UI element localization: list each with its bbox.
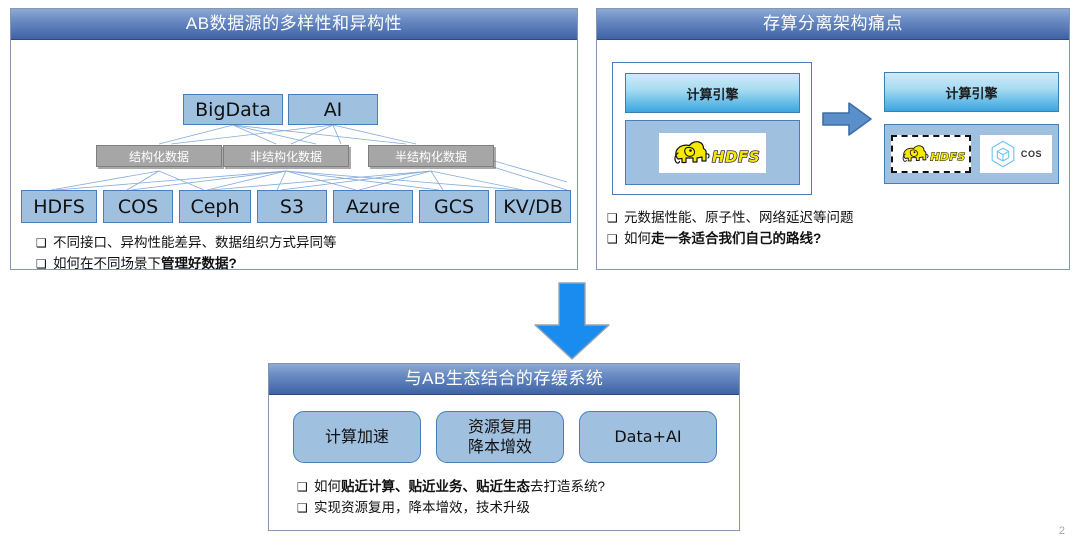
node-semistructured-data-label: 半结构化数据: [394, 149, 467, 164]
arrow-right-icon: [822, 102, 872, 136]
node-structured-data-label: 结构化数据: [128, 149, 189, 164]
panel-cache-system-title: 与AB生态结合的存缓系统: [269, 364, 739, 395]
bullet-item: ❑ 如何走一条适合我们自己的路线?: [607, 229, 854, 250]
bullet-item: ❑ 元数据性能、原子性、网络延迟等问题: [607, 208, 854, 229]
bullet-marker-icon: ❑: [36, 236, 47, 250]
legacy-architecture-group: 计算引擎 HDFS: [612, 62, 812, 195]
panel-pain-points-body: 计算引擎 HDFS 计算引擎 HDFS COS ❑ 元数据性能、原子性、网络延迟…: [597, 40, 1069, 270]
arrow-down-icon: [534, 282, 610, 360]
node-hdfs-label: HDFS: [33, 195, 85, 218]
hdfs-logo-icon: HDFS: [902, 145, 966, 164]
bullet-text: 如何在不同场景下管理好数据?: [53, 254, 237, 275]
target-compute-engine-label: 计算引擎: [945, 85, 998, 101]
page-number: 2: [1058, 525, 1065, 537]
pill-data-plus-ai[interactable]: Data+AI: [579, 411, 717, 463]
node-kvdb-label: KV/DB: [503, 195, 563, 218]
bullet-text-prefix: 如何: [314, 479, 341, 494]
node-azure-label: Azure: [345, 195, 401, 218]
bullet-marker-icon: ❑: [297, 500, 308, 515]
hdfs-logo: HDFS: [659, 132, 766, 173]
bullet-item: ❑ 如何在不同场景下管理好数据?: [36, 254, 337, 275]
bullet-marker-icon: ❑: [607, 211, 618, 225]
node-unstructured-data-label: 非结构化数据: [249, 149, 322, 164]
pill-data-plus-ai-label: Data+AI: [614, 427, 682, 446]
cos-cube-icon: [991, 140, 1015, 168]
target-storage-box[interactable]: HDFS COS: [884, 124, 1059, 184]
svg-text:HDFS: HDFS: [930, 151, 965, 164]
pill-compute-acceleration[interactable]: 计算加速: [293, 411, 421, 463]
node-s3-label: S3: [279, 195, 305, 218]
node-ceph-label: Ceph: [190, 195, 240, 218]
node-hdfs[interactable]: HDFS: [21, 190, 97, 223]
legacy-compute-engine-label: 计算引擎: [686, 86, 739, 102]
bullet-marker-icon: ❑: [607, 231, 618, 246]
node-cos[interactable]: COS: [103, 190, 173, 223]
panel-cache-system-bullets: ❑ 如何贴近计算、贴近业务、贴近生态去打造系统? ❑ 实现资源复用，降本增效，技…: [297, 477, 605, 519]
pill-resource-reuse-label-line1: 资源复用: [467, 417, 532, 436]
hdfs-logo-icon: HDFS: [673, 140, 760, 166]
legacy-compute-engine-box[interactable]: 计算引擎: [625, 73, 800, 113]
node-semistructured-data[interactable]: 半结构化数据: [368, 145, 494, 167]
node-kvdb[interactable]: KV/DB: [495, 190, 571, 223]
panel-data-sources: AB数据源的多样性和异构性 BigData AI 结构化数据 非结构化数据 半结…: [10, 8, 578, 271]
node-gcs[interactable]: GCS: [419, 190, 489, 223]
bullet-text-emphasis: 管理好数据?: [161, 255, 237, 271]
node-ai[interactable]: AI: [288, 94, 378, 125]
cos-logo: COS: [980, 135, 1052, 173]
bullet-marker-icon: ❑: [36, 256, 47, 271]
bullet-item: ❑ 如何贴近计算、贴近业务、贴近生态去打造系统?: [297, 477, 605, 498]
panel-data-sources-bullets: ❑ 不同接口、异构性能差异、数据组织方式异同等 ❑ 如何在不同场景下管理好数据?: [36, 233, 337, 275]
node-azure[interactable]: Azure: [333, 190, 413, 223]
pill-resource-reuse-label-line2: 降本增效: [467, 437, 532, 456]
panel-pain-points-title: 存算分离架构痛点: [597, 9, 1069, 40]
bullet-text: 如何走一条适合我们自己的路线?: [624, 229, 821, 250]
legacy-storage-box[interactable]: HDFS: [625, 120, 800, 185]
target-architecture-group: 计算引擎 HDFS COS: [884, 62, 1059, 195]
bullet-text-suffix: 去打造系统?: [530, 479, 606, 494]
bullet-item: ❑ 不同接口、异构性能差异、数据组织方式异同等: [36, 233, 337, 254]
panel-pain-points-bullets: ❑ 元数据性能、原子性、网络延迟等问题 ❑ 如何走一条适合我们自己的路线?: [607, 208, 854, 250]
panel-data-sources-title: AB数据源的多样性和异构性: [11, 9, 577, 40]
panel-data-sources-body: BigData AI 结构化数据 非结构化数据 半结构化数据 HDFS COS …: [11, 40, 577, 271]
panel-cache-system-body: 计算加速 资源复用 降本增效 Data+AI ❑ 如何贴近计算、贴近业务、贴近生…: [269, 395, 739, 531]
node-s3[interactable]: S3: [257, 190, 327, 223]
node-gcs-label: GCS: [433, 195, 475, 218]
panel-cache-system: 与AB生态结合的存缓系统 计算加速 资源复用 降本增效 Data+AI ❑ 如何…: [268, 363, 740, 531]
bullet-marker-icon: ❑: [297, 480, 308, 494]
target-compute-engine-box[interactable]: 计算引擎: [884, 72, 1059, 112]
pill-compute-acceleration-label: 计算加速: [324, 427, 389, 446]
node-unstructured-data[interactable]: 非结构化数据: [223, 145, 349, 167]
bullet-text-emphasis: 走一条适合我们自己的路线?: [651, 230, 822, 246]
node-ai-label: AI: [323, 98, 343, 121]
bullet-item: ❑ 实现资源复用，降本增效，技术升级: [297, 498, 605, 519]
bullet-text: 如何贴近计算、贴近业务、贴近生态去打造系统?: [314, 477, 605, 498]
bullet-text-prefix: 实现资源复用，降本增效，技术升级: [314, 499, 530, 515]
node-bigdata-label: BigData: [195, 98, 271, 121]
bullet-text-plain: 如何: [624, 230, 651, 246]
node-bigdata[interactable]: BigData: [183, 94, 283, 125]
svg-text:HDFS: HDFS: [712, 148, 760, 166]
node-structured-data[interactable]: 结构化数据: [96, 145, 222, 167]
panel-pain-points: 存算分离架构痛点 计算引擎 HDFS 计算引擎 HDFS COS ❑ 元数据性能…: [596, 8, 1070, 270]
node-ceph[interactable]: Ceph: [179, 190, 251, 223]
cos-logo-label: COS: [1020, 149, 1043, 159]
bullet-text-plain: 如何在不同场景下: [53, 255, 161, 271]
hdfs-logo-deprecated: HDFS: [891, 135, 971, 173]
pill-resource-reuse[interactable]: 资源复用 降本增效: [436, 411, 564, 463]
bullet-text: 元数据性能、原子性、网络延迟等问题: [624, 210, 854, 225]
bullet-text: 不同接口、异构性能差异、数据组织方式异同等: [53, 235, 337, 250]
node-cos-label: COS: [117, 195, 159, 218]
bullet-text-emphasis: 贴近计算、贴近业务、贴近生态: [341, 479, 530, 494]
bullet-text: 实现资源复用，降本增效，技术升级: [314, 498, 530, 519]
